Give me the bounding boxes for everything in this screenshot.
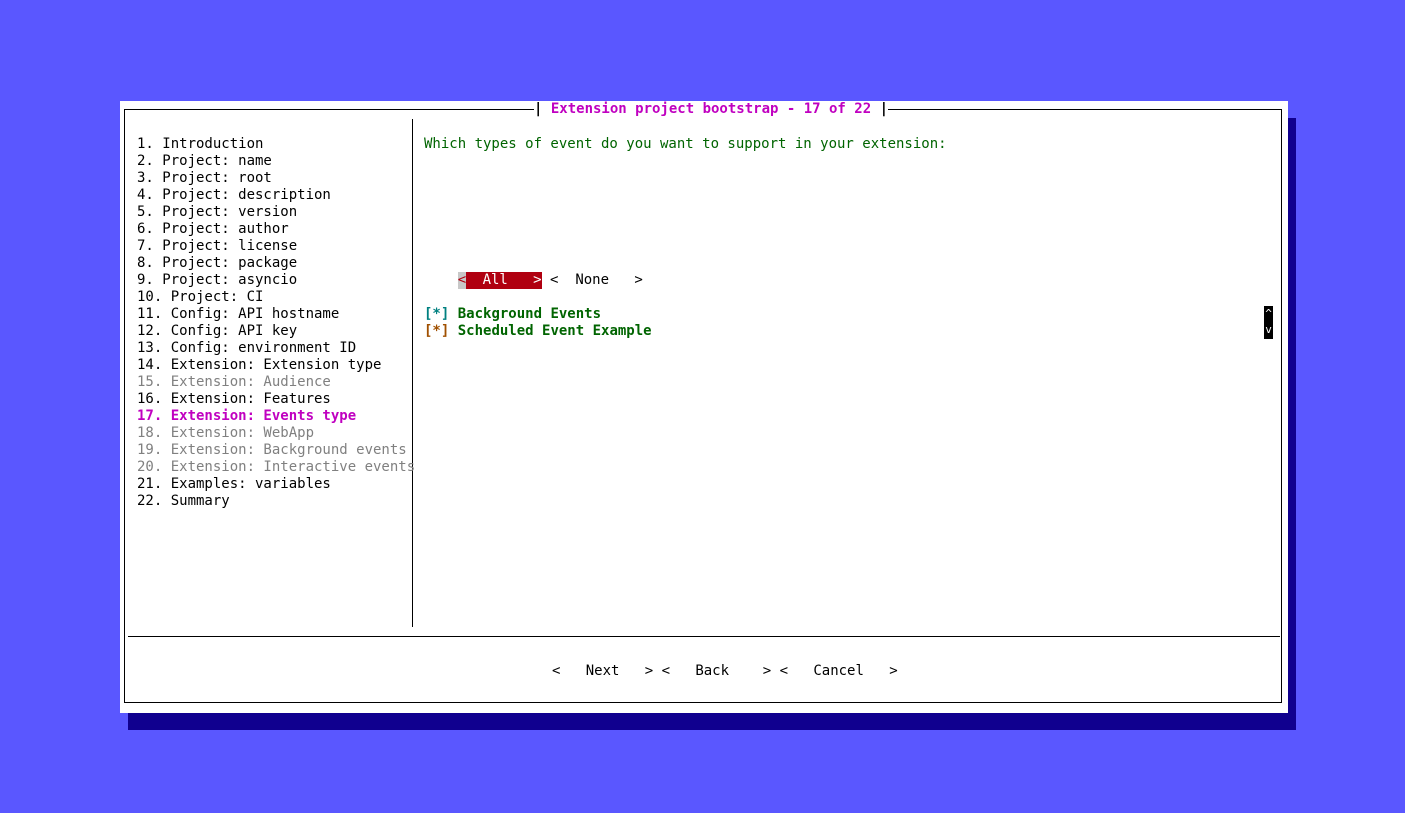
- dialog-title-text: Extension project bootstrap - 17 of 22: [550, 101, 872, 117]
- select-none-button[interactable]: < None >: [542, 272, 643, 289]
- step-item: 5. Project: version: [137, 204, 298, 220]
- step-item: 13. Config: environment ID: [137, 340, 357, 356]
- step-item: 20. Extension: Interactive events: [137, 459, 416, 475]
- step-item: 16. Extension: Features: [137, 391, 331, 407]
- step-item: 15. Extension: Audience: [137, 374, 331, 390]
- select-all-label: All: [482, 272, 508, 288]
- cancel-button[interactable]: < Cancel >: [780, 663, 898, 680]
- step-item: 10. Project: CI: [137, 289, 264, 305]
- footer-buttons: < Next > < Back > < Cancel >: [552, 663, 898, 680]
- checkbox-marker: [*]: [424, 306, 450, 322]
- next-button[interactable]: < Next >: [552, 663, 653, 680]
- scroll-up-icon: ^: [1265, 307, 1272, 320]
- step-item: 17. Extension: Events type: [137, 408, 357, 424]
- step-item: 21. Examples: variables: [137, 476, 331, 492]
- step-item: 2. Project: name: [137, 153, 272, 169]
- select-none-label: None: [575, 272, 610, 288]
- step-item: 1. Introduction: [137, 136, 264, 152]
- step-item: 3. Project: root: [137, 170, 272, 186]
- step-item: 18. Extension: WebApp: [137, 425, 315, 441]
- step-item: 12. Config: API key: [137, 323, 298, 339]
- step-item: 22. Summary: [137, 493, 230, 509]
- step-item: 9. Project: asyncio: [137, 272, 298, 288]
- step-item: 19. Extension: Background events: [137, 442, 407, 458]
- next-label: Next: [585, 663, 620, 679]
- select-all-button[interactable]: < All >: [457, 272, 542, 289]
- step-item: 14. Extension: Extension type: [137, 357, 382, 373]
- selection-buttons: < All > < None >: [424, 255, 643, 289]
- step-item: 4. Project: description: [137, 187, 331, 203]
- step-item: 11. Config: API hostname: [137, 306, 340, 322]
- question-text: Which types of event do you want to supp…: [424, 136, 947, 152]
- option-scheduled-event-example[interactable]: [*] Scheduled Event Example: [424, 323, 652, 340]
- scrollbar[interactable]: ^ v: [1264, 306, 1273, 339]
- step-item: 7. Project: license: [137, 238, 298, 254]
- footer-divider: [128, 636, 1280, 637]
- option-label: Background Events: [457, 306, 602, 322]
- back-button[interactable]: < Back >: [662, 663, 772, 680]
- cancel-label: Cancel: [813, 663, 864, 679]
- scroll-down-icon: v: [1265, 323, 1272, 336]
- event-options-list: [*] Background Events [*] Scheduled Even…: [424, 306, 652, 340]
- option-background-events[interactable]: [*] Background Events: [424, 306, 652, 323]
- wizard-dialog: | Extension project bootstrap - 17 of 22…: [120, 101, 1288, 713]
- step-item: 6. Project: author: [137, 221, 289, 237]
- steps-list: 1. Introduction 2. Project: name 3. Projec…: [137, 136, 415, 510]
- option-label: Scheduled Event Example: [457, 323, 652, 339]
- checkbox-marker: [*]: [424, 323, 450, 339]
- dialog-title: | Extension project bootstrap - 17 of 22…: [534, 101, 889, 118]
- back-label: Back: [695, 663, 730, 679]
- step-item: 8. Project: package: [137, 255, 298, 271]
